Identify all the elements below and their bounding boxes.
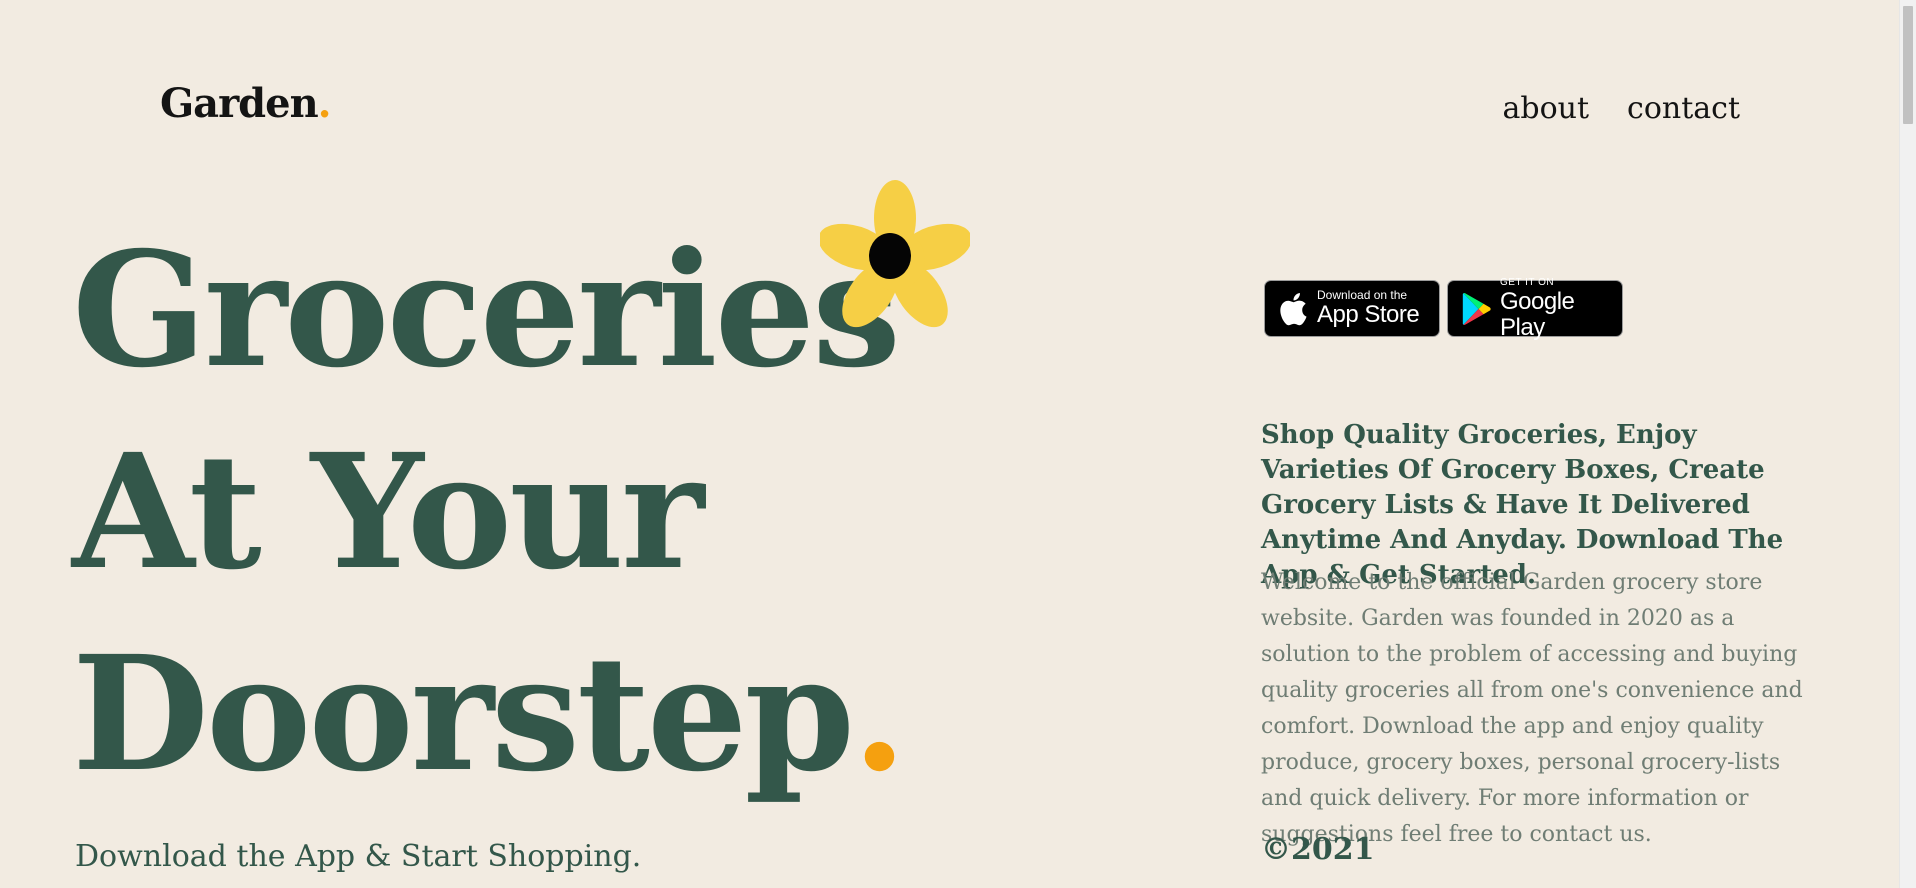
about-paragraph: Welcome to the official Garden grocery s… xyxy=(1261,570,1803,847)
app-store-big-text: App Store xyxy=(1317,301,1420,328)
headline-line-3: Doorstep. xyxy=(72,614,907,816)
brand-logo[interactable]: Garden. xyxy=(160,80,332,127)
headline-line-1: Groceries xyxy=(72,218,901,403)
headline-dot: . xyxy=(851,622,907,807)
brand-dot: . xyxy=(317,80,332,127)
nav-link-contact[interactable]: contact xyxy=(1627,91,1740,126)
scrollbar[interactable] xyxy=(1899,0,1916,888)
flower-icon xyxy=(820,180,970,328)
google-play-big-text: Google Play xyxy=(1500,288,1575,341)
headline-line-3-text: Doorstep xyxy=(72,622,855,807)
hero-headline: Groceries At Your Doorstep. xyxy=(72,210,907,816)
copyright: ©2021 xyxy=(1261,832,1375,867)
scrollbar-thumb[interactable] xyxy=(1903,6,1913,124)
nav-link-about[interactable]: about xyxy=(1502,91,1589,126)
hero-tagline: Download the App & Start Shopping. xyxy=(75,839,642,874)
apple-icon xyxy=(1280,292,1307,325)
app-store-button[interactable]: Download on the App Store xyxy=(1264,280,1440,337)
brand-name: Garden xyxy=(160,80,319,127)
store-badges: Download on the App Store GET IT ON Goog… xyxy=(1264,277,1623,341)
google-play-button[interactable]: GET IT ON Google Play xyxy=(1447,277,1623,341)
play-icon xyxy=(1462,292,1491,325)
headline-line-2: At Your xyxy=(72,420,704,605)
page: Garden. about contact Groceries At Your … xyxy=(0,0,1916,888)
top-nav: about contact xyxy=(1502,91,1740,126)
